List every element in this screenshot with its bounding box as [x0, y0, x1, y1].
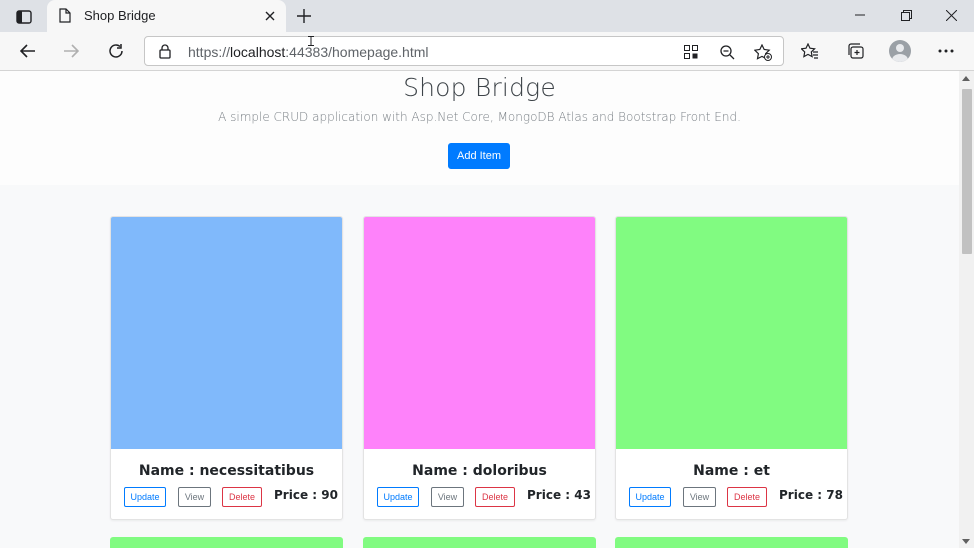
product-card: Name : doloribus Update View Delete Pric… [363, 216, 596, 520]
url-prefix: https:// [188, 44, 231, 60]
page-icon [59, 8, 71, 28]
scrollbar-thumb[interactable] [962, 89, 972, 254]
page-scrollbar[interactable] [959, 71, 974, 548]
forward-arrow-icon[interactable] [56, 36, 86, 66]
product-image [364, 217, 595, 449]
tab-title: Shop Bridge [84, 8, 156, 23]
product-image [616, 217, 847, 449]
apps-icon[interactable] [680, 41, 702, 63]
product-card: Name : et Update View Delete Price : 78 [615, 216, 848, 520]
close-tab-icon[interactable] [262, 8, 278, 24]
zoom-out-icon[interactable] [716, 41, 738, 63]
add-item-button[interactable]: Add Item [448, 143, 510, 169]
update-button[interactable]: Update [377, 487, 419, 507]
collections-icon[interactable] [840, 36, 870, 66]
view-button[interactable]: View [178, 487, 211, 507]
delete-button[interactable]: Delete [222, 487, 262, 507]
profile-avatar[interactable] [885, 36, 915, 66]
product-name: Name : necessitatibus [138, 463, 315, 479]
delete-button[interactable]: Delete [475, 487, 515, 507]
refresh-icon[interactable] [101, 36, 131, 66]
back-arrow-icon[interactable] [13, 36, 43, 66]
more-menu-icon[interactable] [931, 36, 961, 66]
add-favorite-icon[interactable] [752, 41, 774, 63]
close-window-icon[interactable] [928, 0, 974, 30]
favorites-icon[interactable] [795, 36, 825, 66]
product-price: Price : 78 [779, 488, 843, 502]
page-subtitle: A simple CRUD application with Asp.Net C… [218, 110, 741, 124]
delete-button[interactable]: Delete [727, 487, 767, 507]
product-name: Name : doloribus [412, 463, 547, 479]
lock-icon[interactable] [159, 44, 171, 64]
browser-toolbar: https://localhost:44383/homepage.html [0, 32, 974, 71]
product-price: Price : 43 [527, 488, 591, 502]
view-button[interactable]: View [683, 487, 716, 507]
restore-icon[interactable] [883, 0, 929, 30]
url-text[interactable]: https://localhost:44383/homepage.html [188, 44, 429, 60]
url-path: :44383/homepage.html [285, 44, 429, 60]
browser-titlebar: Shop Bridge [0, 0, 974, 32]
product-card: Name : necessitatibus Update View Delete… [110, 216, 343, 520]
tab-actions-icon[interactable] [10, 6, 38, 28]
scroll-up-arrow-icon[interactable] [962, 76, 970, 81]
jumbotron: Shop Bridge A simple CRUD application wi… [0, 71, 959, 185]
update-button[interactable]: Update [124, 487, 166, 507]
page-viewport: Shop Bridge A simple CRUD application wi… [0, 71, 959, 548]
browser-tab[interactable]: Shop Bridge [47, 0, 286, 32]
update-button[interactable]: Update [629, 487, 671, 507]
url-host: localhost [230, 44, 286, 60]
next-product-card [615, 537, 848, 548]
avatar-icon [889, 40, 911, 62]
next-product-card [110, 537, 343, 548]
address-bar[interactable]: https://localhost:44383/homepage.html [144, 36, 784, 66]
product-name: Name : et [693, 463, 770, 479]
text-cursor-icon [308, 36, 314, 46]
page-title: Shop Bridge [403, 73, 556, 102]
new-tab-icon[interactable] [292, 6, 316, 26]
view-button[interactable]: View [431, 487, 464, 507]
product-image [111, 217, 342, 449]
minimize-icon[interactable] [837, 0, 883, 30]
scroll-down-arrow-icon[interactable] [962, 539, 970, 544]
product-price: Price : 90 [274, 488, 338, 502]
next-product-card [363, 537, 596, 548]
